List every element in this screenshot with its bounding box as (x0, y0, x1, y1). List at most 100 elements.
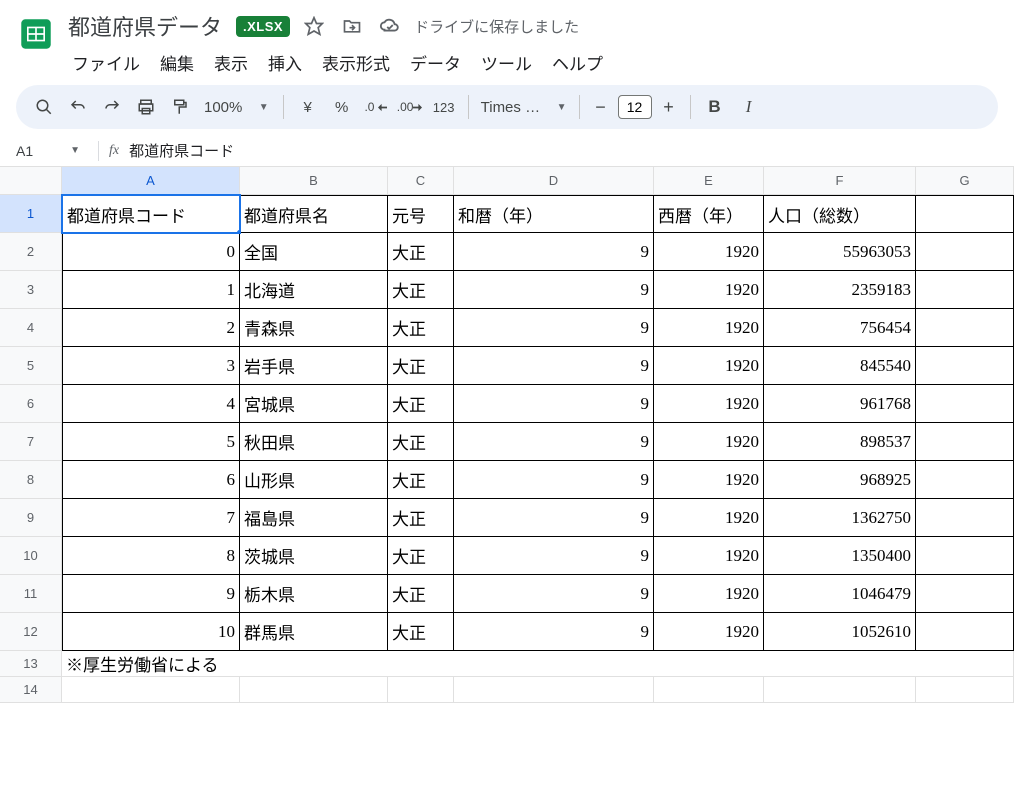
cell-G12[interactable] (916, 613, 1014, 651)
cell-G3[interactable] (916, 271, 1014, 309)
cell-F1[interactable]: 人口（総数） (764, 195, 916, 233)
cell-E9[interactable]: 1920 (654, 499, 764, 537)
cell-A11[interactable]: 9 (62, 575, 240, 613)
decrease-font-button[interactable]: − (588, 94, 614, 120)
cell-B12[interactable]: 群馬県 (240, 613, 388, 651)
bold-button[interactable]: B (699, 91, 731, 123)
cell-A5[interactable]: 3 (62, 347, 240, 385)
row-header-14[interactable]: 14 (0, 677, 62, 703)
cell-C12[interactable]: 大正 (388, 613, 454, 651)
star-icon[interactable] (300, 12, 328, 40)
row-header-1[interactable]: 1 (0, 195, 62, 233)
cell-E6[interactable]: 1920 (654, 385, 764, 423)
cell-A14[interactable] (62, 677, 240, 703)
cell-F7[interactable]: 898537 (764, 423, 916, 461)
print-icon[interactable] (130, 91, 162, 123)
cell-E14[interactable] (654, 677, 764, 703)
cell-A9[interactable]: 7 (62, 499, 240, 537)
cell-A8[interactable]: 6 (62, 461, 240, 499)
cell-E8[interactable]: 1920 (654, 461, 764, 499)
row-header-4[interactable]: 4 (0, 309, 62, 347)
spreadsheet-grid[interactable]: 1234567891011121314 ABCDEFG 都道府県コード都道府県名… (0, 167, 1014, 703)
select-all-corner[interactable] (0, 167, 62, 195)
cell-D8[interactable]: 9 (454, 461, 654, 499)
cell-F4[interactable]: 756454 (764, 309, 916, 347)
col-header-C[interactable]: C (388, 167, 454, 195)
col-header-E[interactable]: E (654, 167, 764, 195)
cell-A4[interactable]: 2 (62, 309, 240, 347)
row-header-13[interactable]: 13 (0, 651, 62, 677)
cell-C2[interactable]: 大正 (388, 233, 454, 271)
cell-A6[interactable]: 4 (62, 385, 240, 423)
cell-B2[interactable]: 全国 (240, 233, 388, 271)
menu-tools[interactable]: ツール (473, 46, 540, 79)
cell-E11[interactable]: 1920 (654, 575, 764, 613)
name-box[interactable]: A1▼ (8, 139, 88, 163)
cell-B6[interactable]: 宮城県 (240, 385, 388, 423)
percent-button[interactable]: % (326, 91, 358, 123)
cell-C4[interactable]: 大正 (388, 309, 454, 347)
cell-C1[interactable]: 元号 (388, 195, 454, 233)
col-header-F[interactable]: F (764, 167, 916, 195)
cell-G4[interactable] (916, 309, 1014, 347)
move-icon[interactable] (338, 12, 366, 40)
cell-D2[interactable]: 9 (454, 233, 654, 271)
cell-C14[interactable] (388, 677, 454, 703)
row-header-12[interactable]: 12 (0, 613, 62, 651)
cell-A2[interactable]: 0 (62, 233, 240, 271)
paint-format-icon[interactable] (164, 91, 196, 123)
menu-insert[interactable]: 挿入 (260, 46, 310, 79)
cell-G10[interactable] (916, 537, 1014, 575)
currency-button[interactable]: ¥ (292, 91, 324, 123)
row-header-6[interactable]: 6 (0, 385, 62, 423)
doc-title[interactable]: 都道府県データ (64, 8, 226, 44)
cell-F9[interactable]: 1362750 (764, 499, 916, 537)
cell-B8[interactable]: 山形県 (240, 461, 388, 499)
cell-C3[interactable]: 大正 (388, 271, 454, 309)
selection-handle[interactable] (236, 229, 240, 233)
cell-B1[interactable]: 都道府県名 (240, 195, 388, 233)
cell-E5[interactable]: 1920 (654, 347, 764, 385)
row-header-2[interactable]: 2 (0, 233, 62, 271)
cell-G5[interactable] (916, 347, 1014, 385)
menu-view[interactable]: 表示 (206, 46, 256, 79)
col-header-A[interactable]: A (62, 167, 240, 195)
cell-B10[interactable]: 茨城県 (240, 537, 388, 575)
number-format-button[interactable]: 123 (428, 91, 460, 123)
cell-F10[interactable]: 1350400 (764, 537, 916, 575)
cell-C10[interactable]: 大正 (388, 537, 454, 575)
increase-font-button[interactable]: + (656, 94, 682, 120)
cell-E1[interactable]: 西暦（年） (654, 195, 764, 233)
cell-F5[interactable]: 845540 (764, 347, 916, 385)
cell-E12[interactable]: 1920 (654, 613, 764, 651)
cell-D3[interactable]: 9 (454, 271, 654, 309)
cell-B14[interactable] (240, 677, 388, 703)
cell-G2[interactable] (916, 233, 1014, 271)
cell-F2[interactable]: 55963053 (764, 233, 916, 271)
row-header-7[interactable]: 7 (0, 423, 62, 461)
font-size-input[interactable] (618, 95, 652, 119)
cell-G9[interactable] (916, 499, 1014, 537)
row-header-5[interactable]: 5 (0, 347, 62, 385)
menu-help[interactable]: ヘルプ (544, 46, 611, 79)
formula-bar[interactable]: 都道府県コード (129, 140, 998, 161)
italic-button[interactable]: I (733, 91, 765, 123)
increase-decimal-button[interactable]: .00 (394, 91, 426, 123)
row-header-3[interactable]: 3 (0, 271, 62, 309)
row-header-8[interactable]: 8 (0, 461, 62, 499)
menu-file[interactable]: ファイル (64, 46, 148, 79)
cell-E2[interactable]: 1920 (654, 233, 764, 271)
cell-G6[interactable] (916, 385, 1014, 423)
cell-C8[interactable]: 大正 (388, 461, 454, 499)
cell-E7[interactable]: 1920 (654, 423, 764, 461)
col-header-B[interactable]: B (240, 167, 388, 195)
col-header-D[interactable]: D (454, 167, 654, 195)
cell-E3[interactable]: 1920 (654, 271, 764, 309)
cell-F14[interactable] (764, 677, 916, 703)
cell-C6[interactable]: 大正 (388, 385, 454, 423)
cell-C11[interactable]: 大正 (388, 575, 454, 613)
cell-A10[interactable]: 8 (62, 537, 240, 575)
cell-A7[interactable]: 5 (62, 423, 240, 461)
cell-D11[interactable]: 9 (454, 575, 654, 613)
cell-E4[interactable]: 1920 (654, 309, 764, 347)
